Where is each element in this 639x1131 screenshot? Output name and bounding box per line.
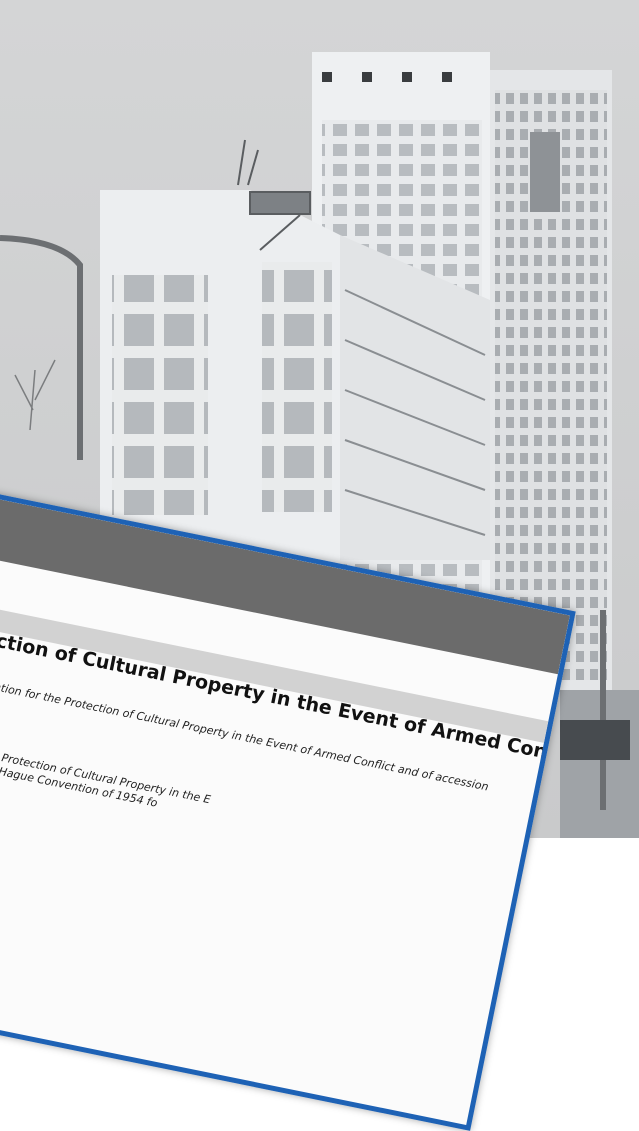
tower-recess	[530, 132, 560, 212]
street-ground	[560, 690, 639, 838]
